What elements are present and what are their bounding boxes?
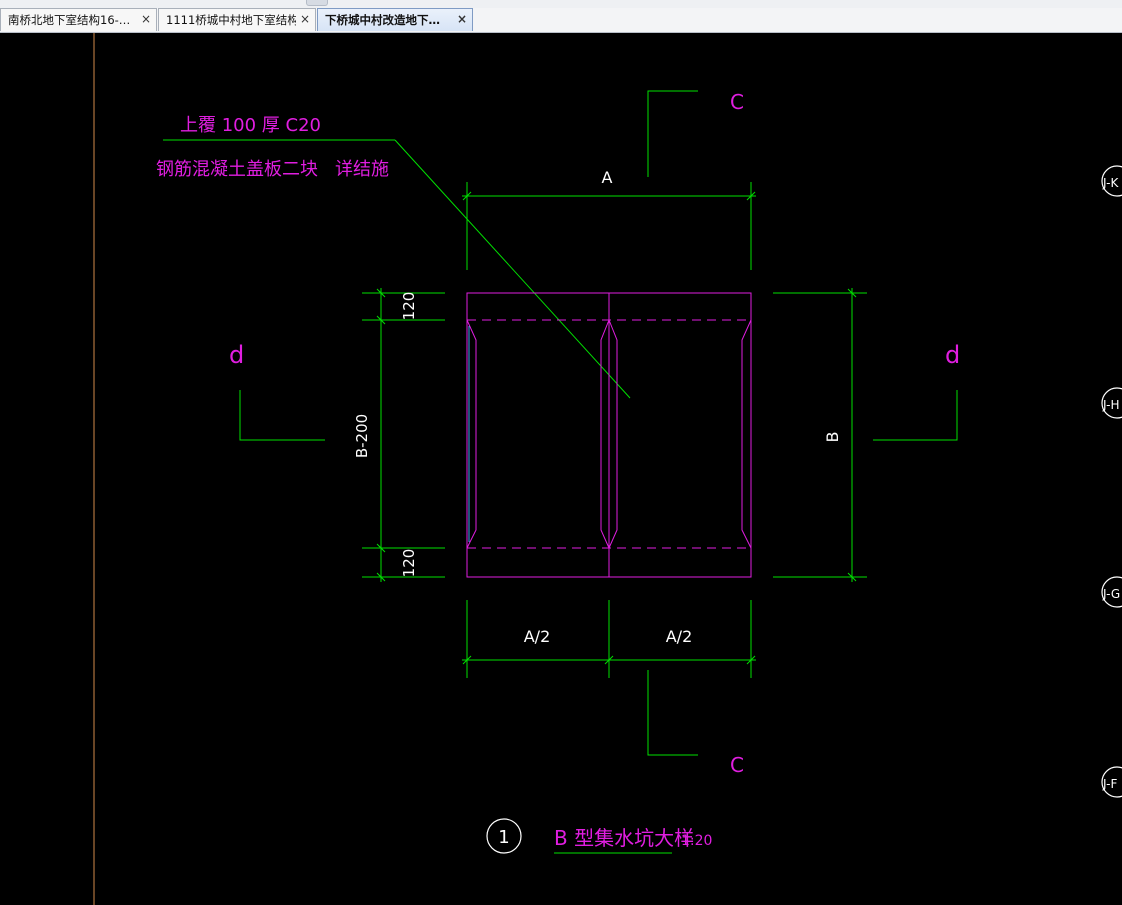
tab-document-1[interactable]: 南桥北地下室结构16-… × xyxy=(0,8,157,31)
pit-right-chamfer xyxy=(741,319,752,549)
close-icon[interactable]: × xyxy=(457,12,467,26)
dimension-a-half-left-label: A/2 xyxy=(524,627,551,646)
detail-scale: 1:20 xyxy=(681,833,712,849)
section-d-right-label: d xyxy=(945,341,960,369)
tab-label: 下桥城中村改造地下… xyxy=(325,13,440,27)
tab-label: 1111桥城中村地下室结构 xyxy=(166,13,296,27)
section-marker-d: d d xyxy=(229,341,960,441)
dimension-b-minus-200-label: B-200 xyxy=(353,414,371,458)
close-icon[interactable]: × xyxy=(141,12,151,26)
note-line-2: 钢筋混凝土盖板二块 xyxy=(156,159,318,180)
section-c-bottom-label: C xyxy=(730,753,744,777)
note-line-2-ref: 详结施 xyxy=(335,159,389,180)
tab-document-3-active[interactable]: 下桥城中村改造地下… × xyxy=(317,8,473,31)
document-tab-bar: 南桥北地下室结构16-… × 1111桥城中村地下室结构 × 下桥城中村改造地下… xyxy=(0,8,1122,33)
section-c-top-label: C xyxy=(730,90,744,114)
dimension-b-label: B xyxy=(823,432,842,443)
dimension-b-minus-200: 120 B-200 120 xyxy=(353,288,445,582)
note-line-1: 上覆 100 厚 C20 xyxy=(180,115,321,136)
section-marker-c: C C xyxy=(647,90,744,777)
grid-bubble-label: J-K xyxy=(1102,176,1119,190)
grid-bubbles: J-K J-H J-G J-F xyxy=(1101,165,1122,798)
tab-label: 南桥北地下室结构16-… xyxy=(8,13,131,27)
leader-note: 上覆 100 厚 C20 钢筋混凝土盖板二块 详结施 xyxy=(156,115,631,399)
section-d-left-label: d xyxy=(229,341,244,369)
grid-bubble-label: J-F xyxy=(1102,777,1117,791)
pit-center-left-chamfer xyxy=(600,319,610,549)
cad-drawing-canvas[interactable]: 上覆 100 厚 C20 钢筋混凝土盖板二块 详结施 C C d d A B 1… xyxy=(0,33,1122,905)
pit-center-right-chamfer xyxy=(608,319,618,549)
tab-document-2[interactable]: 1111桥城中村地下室结构 × xyxy=(158,8,316,31)
drag-handle[interactable] xyxy=(306,0,328,6)
pit-left-chamfer xyxy=(466,319,477,549)
dimension-a-half-right-label: A/2 xyxy=(666,627,693,646)
close-icon[interactable]: × xyxy=(300,12,310,26)
detail-title-text: B 型集水坑大样 xyxy=(554,826,694,850)
detail-title: 1 B 型集水坑大样 1:20 xyxy=(486,818,712,854)
dimension-a-label: A xyxy=(602,168,613,187)
dimension-120-top: 120 xyxy=(400,292,418,321)
dimension-120-bottom: 120 xyxy=(400,549,418,578)
dimension-a: A xyxy=(462,168,756,270)
dimension-b: B xyxy=(773,288,867,582)
leader-line xyxy=(394,139,631,399)
dimension-a-half: A/2 A/2 xyxy=(462,600,756,678)
detail-number: 1 xyxy=(498,827,509,848)
sump-pit-plan xyxy=(466,292,752,578)
grid-bubble-label: J-G xyxy=(1102,587,1120,601)
grid-bubble-label: J-H xyxy=(1102,398,1119,412)
